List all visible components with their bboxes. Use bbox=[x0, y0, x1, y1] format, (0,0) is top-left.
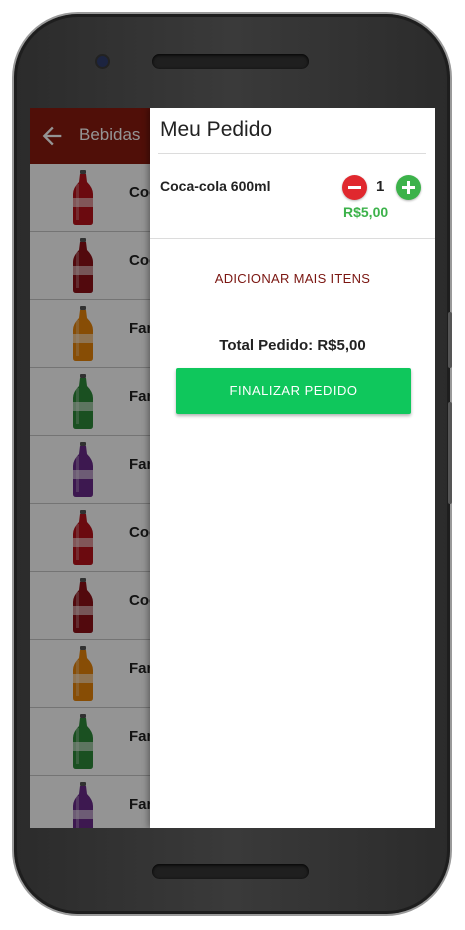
divider bbox=[150, 238, 435, 239]
device-screen: Bebidas Coca-cola 600mlCoca-cola 2LFanta… bbox=[30, 108, 435, 828]
increase-quantity-button[interactable] bbox=[396, 175, 421, 200]
add-more-items-button[interactable]: ADICIONAR MAIS ITENS bbox=[150, 271, 435, 286]
volume-button bbox=[448, 402, 452, 504]
power-button bbox=[448, 312, 452, 368]
order-item-quantity: 1 bbox=[376, 178, 385, 195]
order-item-name: Coca-cola 600ml bbox=[160, 178, 271, 194]
drawer-scrim[interactable] bbox=[30, 108, 150, 828]
decrease-quantity-button[interactable] bbox=[342, 175, 367, 200]
divider bbox=[158, 153, 426, 154]
bottom-speaker bbox=[152, 864, 309, 879]
minus-icon bbox=[348, 186, 361, 189]
front-camera bbox=[97, 56, 108, 67]
drawer-title: Meu Pedido bbox=[160, 118, 273, 141]
order-total: Total Pedido: R$5,00 bbox=[219, 337, 366, 354]
order-drawer: Meu Pedido Coca-cola 600ml 1 R$5,00 ADIC… bbox=[150, 108, 435, 828]
finalize-order-button[interactable]: FINALIZAR PEDIDO bbox=[176, 368, 411, 414]
finalize-order-label: FINALIZAR PEDIDO bbox=[229, 383, 358, 398]
earpiece-speaker bbox=[152, 54, 309, 69]
order-item-price: R$5,00 bbox=[343, 204, 389, 220]
plus-icon bbox=[402, 181, 415, 194]
